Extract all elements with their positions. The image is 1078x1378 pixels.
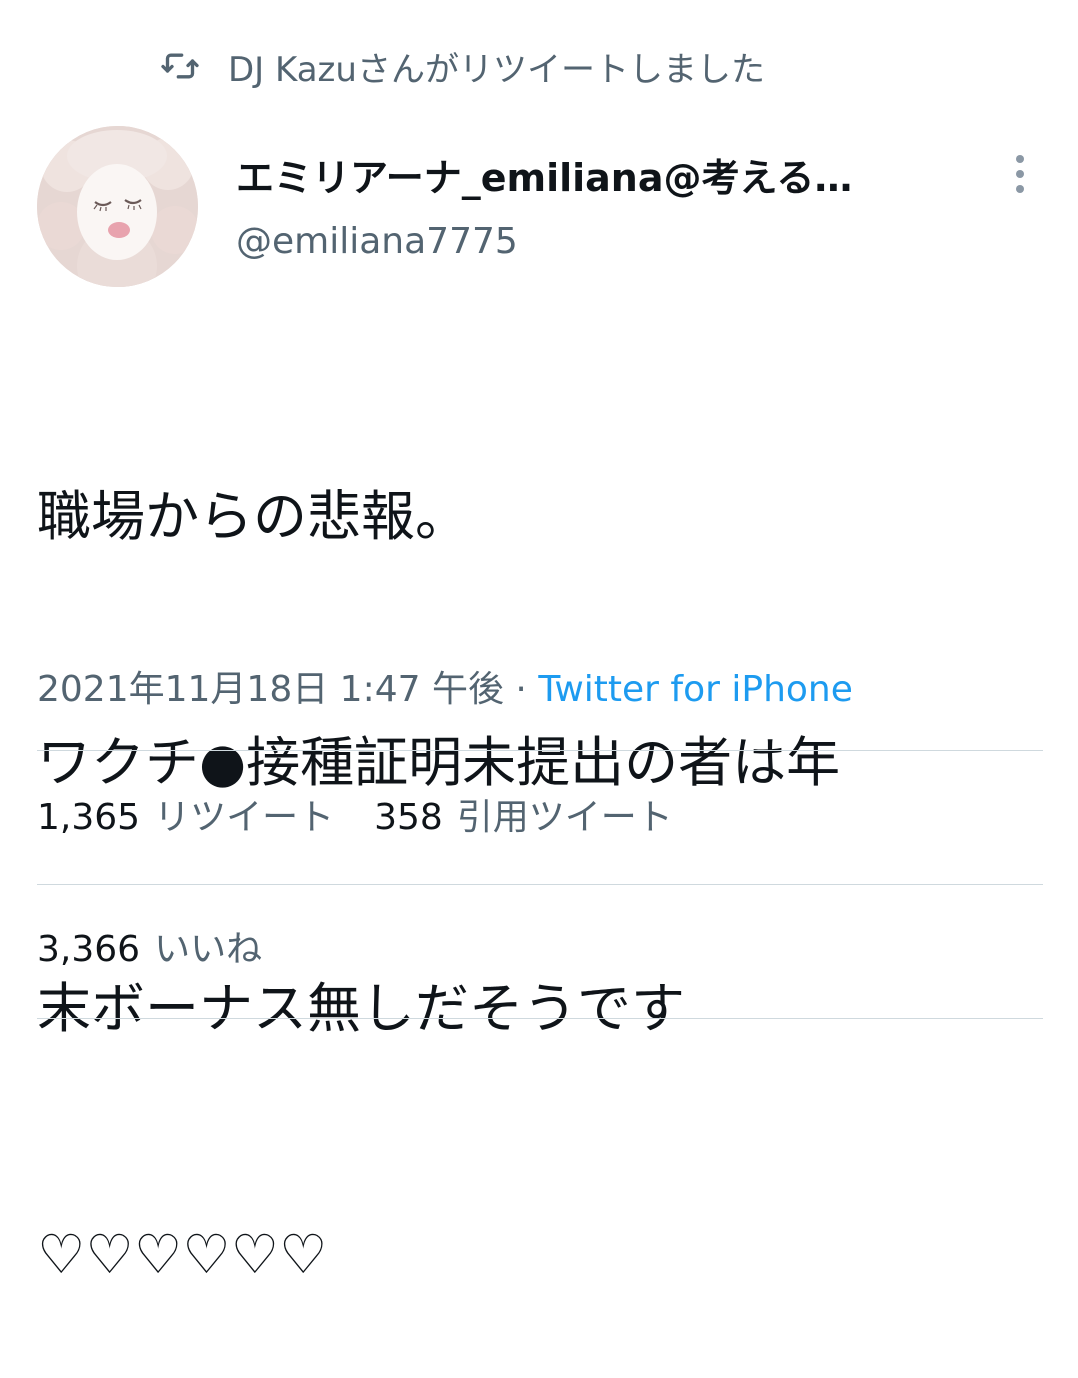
likes-stats-row: 3,366 いいね xyxy=(37,920,262,980)
meta-separator: · xyxy=(503,669,539,710)
retweets-label: リツイート xyxy=(154,797,335,838)
tweet-meta: 2021年11月18日 1:47 午後 · Twitter for iPhone xyxy=(37,660,853,720)
quotes-label: 引用ツイート xyxy=(456,797,673,838)
divider xyxy=(37,750,1043,751)
likes-stat[interactable]: 3,366 いいね xyxy=(37,929,262,970)
divider xyxy=(37,1018,1043,1019)
tweet-line: 職場からの悲報。 xyxy=(37,485,469,548)
retweet-icon xyxy=(160,46,200,86)
avatar[interactable] xyxy=(37,126,198,287)
likes-label: いいね xyxy=(154,929,263,970)
retweets-count: 1,365 xyxy=(37,797,141,838)
retweets-stat[interactable]: 1,365 リツイート xyxy=(37,797,334,838)
author-handle[interactable]: @emiliana7775 xyxy=(236,214,518,270)
tweet-line: ♡♡♡♡♡♡ xyxy=(37,1223,328,1286)
quotes-count: 358 xyxy=(374,797,443,838)
more-options-button[interactable] xyxy=(1002,150,1038,202)
likes-count: 3,366 xyxy=(37,929,141,970)
retweet-context-text: DJ Kazuさんがリツイートしました xyxy=(228,49,765,90)
more-vertical-icon xyxy=(1014,154,1026,198)
tweet-line: 末ボーナス無しだそうです xyxy=(37,977,685,1040)
tweet-timestamp[interactable]: 2021年11月18日 1:47 午後 xyxy=(37,669,504,710)
retweet-context[interactable]: DJ Kazuさんがリツイートしました xyxy=(160,40,765,92)
retweet-stats-row: 1,365 リツイート 358 引用ツイート xyxy=(37,788,673,848)
author-display-name[interactable]: エミリアーナ_emiliana@考える… xyxy=(236,150,926,206)
divider xyxy=(37,884,1043,885)
quotes-stat[interactable]: 358 引用ツイート xyxy=(374,797,673,838)
tweet-source-link[interactable]: Twitter for iPhone xyxy=(538,669,853,710)
